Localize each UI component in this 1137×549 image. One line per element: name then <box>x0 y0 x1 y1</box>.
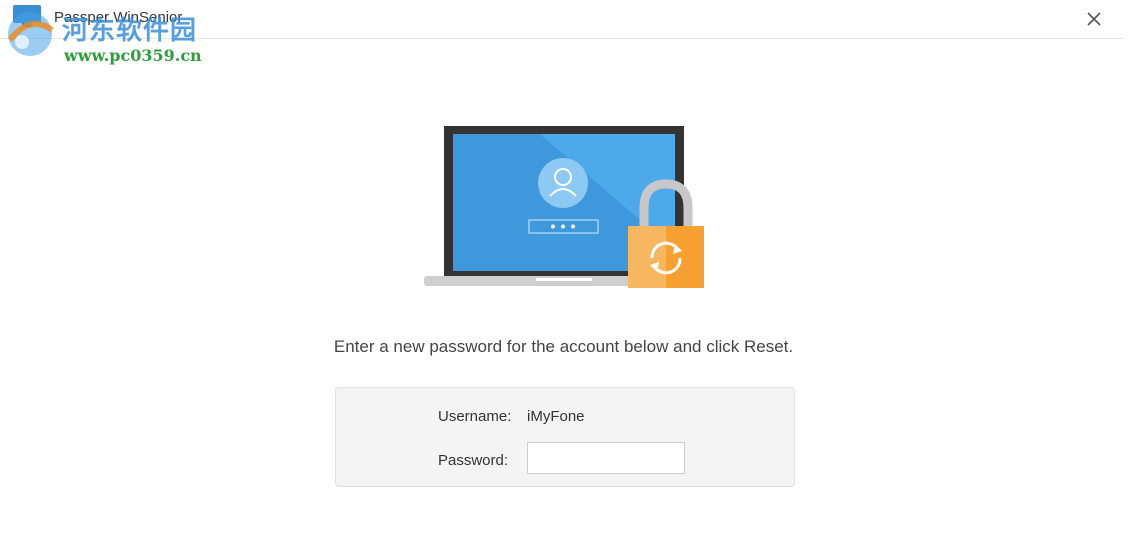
account-form: Username: iMyFone Password: <box>335 387 795 487</box>
watermark-url: www.pc0359.cn <box>64 46 202 65</box>
user-avatar-icon <box>538 158 588 208</box>
watermark-logo-icon <box>7 12 54 56</box>
instruction-text: Enter a new password for the account bel… <box>333 337 794 356</box>
password-input[interactable] <box>527 442 685 474</box>
reset-illustration <box>420 120 720 300</box>
username-value: iMyFone <box>527 408 585 425</box>
site-watermark: 河东软件园 www.pc0359.cn <box>2 4 202 65</box>
password-label: Password: <box>438 452 509 469</box>
username-label: Username: <box>438 408 512 425</box>
close-icon <box>1087 12 1101 26</box>
watermark-site-name: 河东软件园 <box>62 16 198 46</box>
close-button[interactable] <box>1081 6 1107 32</box>
